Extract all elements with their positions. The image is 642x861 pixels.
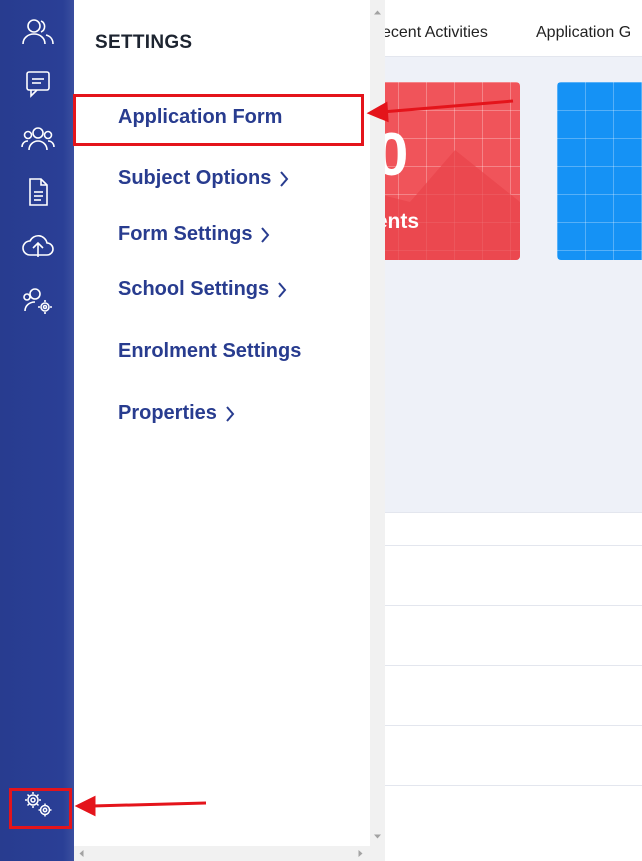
menu-item-school-settings[interactable]: School Settings <box>118 278 287 301</box>
user-settings-icon <box>23 288 52 314</box>
menu-item-properties[interactable]: Properties <box>118 402 235 425</box>
table-row-divider <box>370 512 642 513</box>
menu-item-label: Subject Options <box>118 167 272 189</box>
menu-item-label: Properties <box>118 402 217 424</box>
table-row-divider <box>370 665 642 666</box>
table-row-divider <box>370 785 642 786</box>
tab-recent-activities[interactable]: ecent Activities <box>382 24 488 42</box>
tab-application-g[interactable]: Application G <box>536 24 631 42</box>
menu-item-enrolment-settings[interactable]: Enrolment Settings <box>118 340 301 363</box>
scroll-right-arrow-icon[interactable] <box>357 850 364 857</box>
menu-item-subject-options[interactable]: Subject Options <box>118 167 289 190</box>
chevron-right-icon <box>261 226 270 243</box>
menu-item-label: School Settings <box>118 278 270 300</box>
scroll-up-arrow-icon[interactable] <box>374 9 381 16</box>
chevron-right-icon <box>226 405 235 422</box>
document-icon <box>29 178 48 206</box>
rail-item-user-settings[interactable] <box>18 283 58 319</box>
dashboard-area: 0 ients <box>370 57 642 512</box>
rail-item-upload[interactable] <box>18 228 58 264</box>
group-icon <box>21 127 55 151</box>
message-icon <box>26 71 50 98</box>
panel-scrollbar[interactable] <box>370 0 385 861</box>
table-row-divider <box>370 545 642 546</box>
scroll-down-arrow-icon[interactable] <box>374 833 381 840</box>
panel-horizontal-scrollbar[interactable] <box>74 846 370 861</box>
top-tab-bar: ecent Activities Application G <box>370 0 642 57</box>
users-icon <box>22 19 54 45</box>
rail-item-users[interactable] <box>18 14 58 50</box>
rail-item-groups[interactable] <box>18 120 58 156</box>
rail-item-messages[interactable] <box>18 66 58 102</box>
background-page: ecent Activities Application G 0 ients <box>370 0 642 861</box>
panel-title: SETTINGS <box>95 32 193 53</box>
cloud-upload-icon <box>22 235 54 257</box>
menu-item-form-settings[interactable]: Form Settings <box>118 223 270 246</box>
menu-item-label: Form Settings <box>118 223 253 245</box>
table-row-divider <box>370 725 642 726</box>
stat-card-red[interactable]: 0 ients <box>370 82 520 260</box>
chevron-right-icon <box>278 281 287 298</box>
chevron-right-icon <box>280 170 289 187</box>
scroll-left-arrow-icon[interactable] <box>78 850 85 857</box>
sidebar-rail <box>0 0 74 861</box>
annotation-highlight-application-form <box>73 94 364 146</box>
menu-item-label: Enrolment Settings <box>118 340 302 362</box>
annotation-highlight-settings-icon <box>9 788 72 829</box>
table-row-divider <box>370 605 642 606</box>
rail-item-documents[interactable] <box>18 174 58 210</box>
stat-card-blue[interactable] <box>557 82 642 260</box>
